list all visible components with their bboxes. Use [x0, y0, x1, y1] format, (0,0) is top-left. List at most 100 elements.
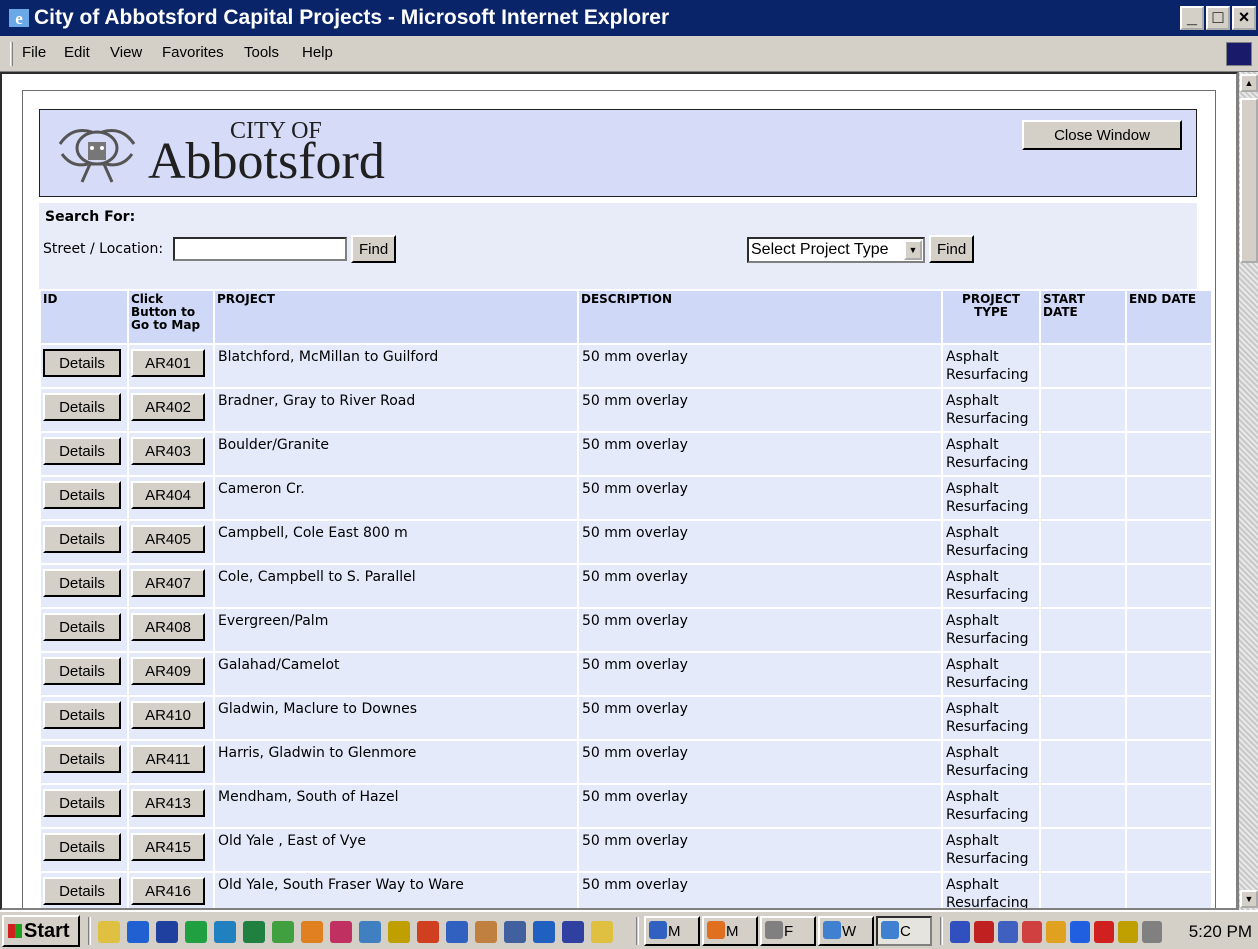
- details-cell: Details: [41, 345, 127, 387]
- menu-tools[interactable]: Tools: [244, 44, 279, 61]
- maximize-button[interactable]: □: [1206, 6, 1230, 30]
- quick-launch-icon[interactable]: [504, 921, 526, 943]
- chevron-down-icon[interactable]: ▼: [904, 240, 922, 260]
- start-date-cell: [1041, 433, 1125, 475]
- go-to-map-button[interactable]: AR416: [131, 877, 205, 905]
- start-label: Start: [24, 919, 70, 942]
- table-header-row: ID Click Button to Go to Map PROJECT DES…: [41, 291, 1211, 343]
- close-window-button[interactable]: ×: [1232, 6, 1256, 30]
- quick-launch-icon[interactable]: [591, 921, 613, 943]
- details-button[interactable]: Details: [43, 789, 121, 817]
- details-cell: Details: [41, 433, 127, 475]
- quick-launch-icon[interactable]: [301, 921, 323, 943]
- details-button[interactable]: Details: [43, 701, 121, 729]
- system-tray-icon[interactable]: [1070, 921, 1090, 943]
- menu-edit[interactable]: Edit: [64, 44, 90, 61]
- quick-launch-icon[interactable]: [446, 921, 468, 943]
- system-tray-icon[interactable]: [1046, 921, 1066, 943]
- menu-help[interactable]: Help: [302, 44, 333, 61]
- quick-launch-icon[interactable]: [359, 921, 381, 943]
- details-button[interactable]: Details: [43, 393, 121, 421]
- details-button[interactable]: Details: [43, 613, 121, 641]
- quick-launch-icon[interactable]: [185, 921, 207, 943]
- details-button[interactable]: Details: [43, 569, 121, 597]
- go-to-map-button[interactable]: AR403: [131, 437, 205, 465]
- close-window-page-button[interactable]: Close Window: [1022, 120, 1182, 150]
- scroll-up-arrow-icon[interactable]: ▲: [1240, 74, 1258, 92]
- details-button[interactable]: Details: [43, 525, 121, 553]
- go-to-map-button[interactable]: AR405: [131, 525, 205, 553]
- quick-launch-icon[interactable]: [272, 921, 294, 943]
- system-tray-icon[interactable]: [1118, 921, 1138, 943]
- details-button[interactable]: Details: [43, 349, 121, 377]
- project-type-cell: Asphalt Resurfacing: [943, 389, 1039, 431]
- quick-launch-icon[interactable]: [127, 921, 149, 943]
- window-title-bar[interactable]: e City of Abbotsford Capital Projects - …: [0, 0, 1258, 36]
- start-button[interactable]: Start: [2, 915, 80, 947]
- task-button-3[interactable]: F: [760, 916, 816, 946]
- details-button[interactable]: Details: [43, 877, 121, 905]
- menu-file[interactable]: File: [22, 44, 46, 61]
- quick-launch-icon[interactable]: [417, 921, 439, 943]
- go-to-map-button[interactable]: AR402: [131, 393, 205, 421]
- logo-abbotsford: Abbotsford: [148, 133, 385, 190]
- go-to-map-button[interactable]: AR415: [131, 833, 205, 861]
- search-for-label: Search For:: [45, 209, 136, 225]
- scroll-down-arrow-icon[interactable]: ▼: [1240, 890, 1258, 908]
- quick-launch-icon[interactable]: [533, 921, 555, 943]
- menu-view[interactable]: View: [110, 44, 142, 61]
- go-to-map-button[interactable]: AR407: [131, 569, 205, 597]
- quick-launch-icon[interactable]: [243, 921, 265, 943]
- quick-launch-icon[interactable]: [98, 921, 120, 943]
- details-cell: Details: [41, 653, 127, 695]
- go-to-map-button[interactable]: AR409: [131, 657, 205, 685]
- go-to-map-button[interactable]: AR401: [131, 349, 205, 377]
- menu-favorites[interactable]: Favorites: [162, 44, 224, 61]
- details-button[interactable]: Details: [43, 481, 121, 509]
- description-cell: 50 mm overlay: [579, 521, 941, 563]
- details-button[interactable]: Details: [43, 437, 121, 465]
- task-button-4[interactable]: W: [818, 916, 874, 946]
- project-cell: Campbell, Cole East 800 m: [215, 521, 577, 563]
- details-button[interactable]: Details: [43, 745, 121, 773]
- description-cell: 50 mm overlay: [579, 873, 941, 908]
- system-tray-icon[interactable]: [1142, 921, 1162, 943]
- go-to-map-button[interactable]: AR413: [131, 789, 205, 817]
- find-project-type-button[interactable]: Find: [929, 235, 975, 263]
- street-location-input[interactable]: [173, 237, 347, 261]
- quick-launch-icon[interactable]: [214, 921, 236, 943]
- description-cell: 50 mm overlay: [579, 785, 941, 827]
- table-row: Details AR405 Campbell, Cole East 800 m 50 …: [41, 521, 1211, 563]
- find-street-button[interactable]: Find: [351, 235, 397, 263]
- details-cell: Details: [41, 521, 127, 563]
- quick-launch-icon[interactable]: [562, 921, 584, 943]
- system-tray-icon[interactable]: [1022, 921, 1042, 943]
- task-button-1[interactable]: M: [644, 916, 700, 946]
- project-type-select[interactable]: Select Project Type ▼: [747, 237, 925, 263]
- task-button-2[interactable]: M: [702, 916, 758, 946]
- quick-launch-icon[interactable]: [156, 921, 178, 943]
- system-tray-icon[interactable]: [998, 921, 1018, 943]
- scrollbar-thumb[interactable]: [1240, 98, 1258, 263]
- system-tray-icon[interactable]: [950, 921, 970, 943]
- details-button[interactable]: Details: [43, 657, 121, 685]
- go-to-map-button[interactable]: AR411: [131, 745, 205, 773]
- task-button-5[interactable]: C: [876, 916, 932, 946]
- quick-launch-icon[interactable]: [388, 921, 410, 943]
- go-to-map-button[interactable]: AR408: [131, 613, 205, 641]
- start-date-cell: [1041, 565, 1125, 607]
- minimize-button[interactable]: _: [1180, 6, 1204, 30]
- details-button[interactable]: Details: [43, 833, 121, 861]
- go-to-map-button[interactable]: AR410: [131, 701, 205, 729]
- start-date-cell: [1041, 477, 1125, 519]
- end-date-cell: [1127, 433, 1211, 475]
- col-start-date-header: START DATE: [1041, 291, 1125, 343]
- project-type-cell: Asphalt Resurfacing: [943, 609, 1039, 651]
- system-tray-icon[interactable]: [1094, 921, 1114, 943]
- quick-launch-icon[interactable]: [330, 921, 352, 943]
- project-type-selected: Select Project Type: [751, 241, 889, 258]
- system-tray-icon[interactable]: [974, 921, 994, 943]
- vertical-scrollbar[interactable]: ▲ ▼: [1238, 72, 1258, 910]
- quick-launch-icon[interactable]: [475, 921, 497, 943]
- go-to-map-button[interactable]: AR404: [131, 481, 205, 509]
